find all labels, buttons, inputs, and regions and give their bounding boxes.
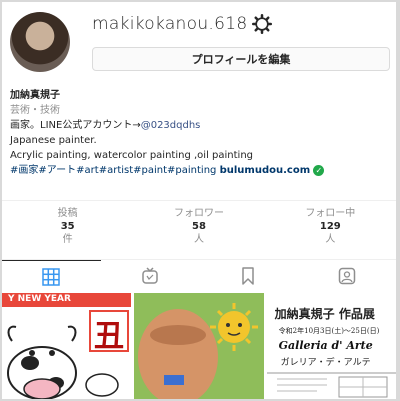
bio-line-1: 画家。LINE公式アカウント→@023dqdhs	[10, 118, 390, 133]
grid-icon	[42, 267, 60, 286]
post3-gallery-kana: ガレリア・デ・アルテ	[280, 358, 371, 368]
post-thumbnail-2[interactable]	[134, 293, 264, 399]
bio-line-4: #画家#アート#art#artist#paint#painting bulumu…	[10, 163, 390, 178]
stat-posts-unit: 件	[62, 234, 73, 245]
stat-followers-value: 58	[192, 221, 206, 232]
avatar[interactable]	[10, 12, 70, 72]
igtv-icon	[142, 267, 158, 284]
username: makikokanou.618	[92, 14, 248, 34]
edit-profile-button[interactable]: プロフィールを編集	[92, 47, 390, 71]
tab-posts[interactable]	[2, 260, 101, 292]
bio-line-2: Japanese painter.	[10, 135, 97, 146]
stats-bar: 投稿 35 件 フォロワー 58 人 フォロー中 129 人	[2, 207, 396, 257]
post3-title: 加納真規子 作品展	[274, 307, 375, 321]
map-graphic	[266, 372, 396, 398]
profile-tabs	[2, 260, 396, 292]
stat-posts-label: 投稿	[57, 208, 78, 219]
post-thumbnail-1[interactable]: Y NEW YEAR 丑	[2, 293, 132, 399]
hashtags[interactable]: #画家#アート#art#artist#paint#painting	[10, 165, 216, 176]
painting-illustration	[134, 293, 264, 399]
post3-date: 令和2年10月3日(土)～25日(日)	[278, 327, 380, 335]
post-grid: Y NEW YEAR 丑 加納真規子 作品展 令和2年10月3日(土)～25日(…	[2, 293, 396, 399]
post-thumbnail-3[interactable]: 加納真規子 作品展 令和2年10月3日(土)～25日(日) Galleria d…	[266, 293, 396, 399]
post1-kanji: 丑	[94, 319, 124, 354]
stat-followers-unit: 人	[193, 234, 204, 245]
stat-posts[interactable]: 投稿 35 件	[2, 207, 133, 257]
stat-posts-value: 35	[60, 221, 75, 232]
post1-banner-text: Y NEW YEAR	[8, 294, 71, 304]
bio-line-3: Acrylic painting, watercolor painting ,o…	[10, 150, 253, 161]
line-id-link[interactable]: @023dqdhs	[141, 120, 201, 131]
bookmark-icon	[242, 267, 254, 285]
stat-followers[interactable]: フォロワー 58 人	[133, 207, 264, 257]
stat-following[interactable]: フォロー中 129 人	[265, 207, 396, 257]
post3-gallery: Galleria d' Arte	[278, 339, 373, 352]
display-name: 加納真規子	[10, 90, 60, 101]
gear-icon[interactable]	[252, 14, 272, 34]
tab-tagged[interactable]	[298, 260, 397, 292]
bio: 加納真規子 芸術・技術 画家。LINE公式アカウント→@023dqdhs Jap…	[10, 88, 390, 178]
stat-following-unit: 人	[325, 234, 336, 245]
tab-igtv[interactable]	[101, 260, 200, 292]
category: 芸術・技術	[10, 105, 60, 116]
stat-followers-label: フォロワー	[173, 208, 224, 219]
divider	[2, 200, 396, 201]
stat-following-value: 129	[319, 221, 341, 232]
profile-card: makikokanou.618 プロフィールを編集 加納真規子 芸術・技術 画家…	[2, 2, 396, 399]
stat-following-label: フォロー中	[305, 208, 356, 219]
tab-saved[interactable]	[199, 260, 298, 292]
bio-line-1-prefix: 画家。LINE公式アカウント→	[10, 120, 141, 131]
verified-check-icon: ✓	[313, 164, 325, 176]
tagged-icon	[338, 267, 355, 285]
website-link[interactable]: bulumudou.com	[220, 165, 311, 176]
